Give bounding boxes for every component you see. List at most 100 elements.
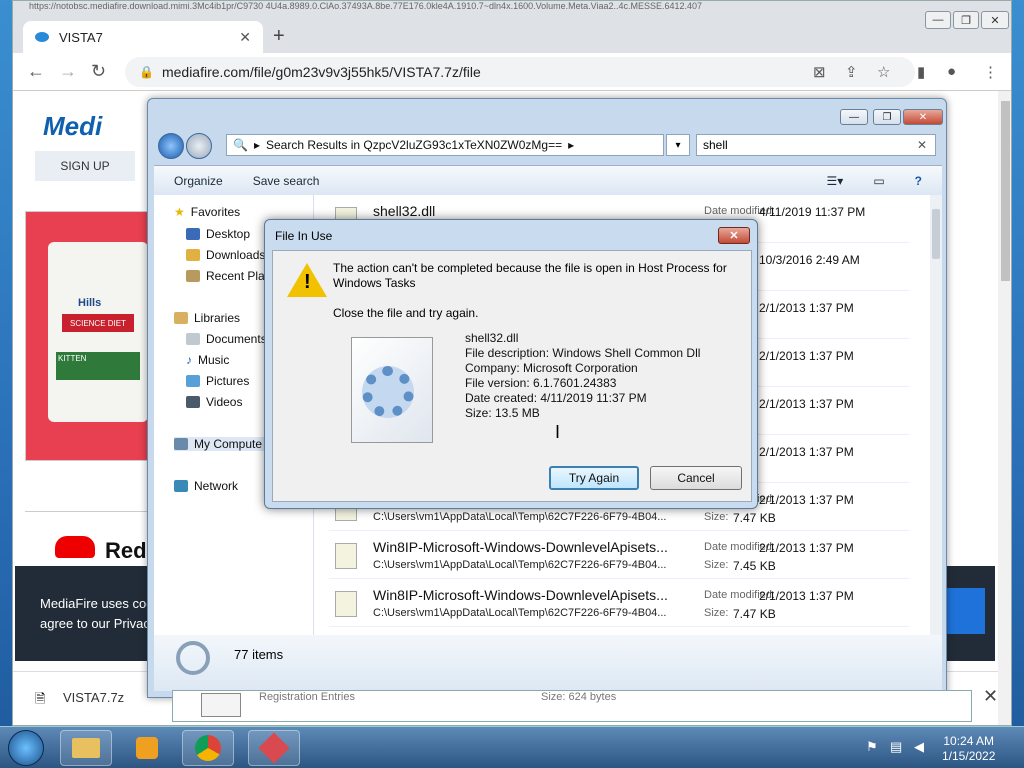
sign-up-button[interactable]: SIGN UP <box>35 151 135 181</box>
file-name: Win8IP-Microsoft-Windows-DownlevelApiset… <box>373 587 668 603</box>
back-button[interactable] <box>158 133 184 159</box>
start-button[interactable] <box>8 730 44 766</box>
taskbar-chrome-icon[interactable] <box>182 730 234 766</box>
file-list-scrollbar[interactable] <box>930 195 942 635</box>
tray-volume-icon[interactable]: ◀ <box>914 739 924 755</box>
nav-videos[interactable]: Videos <box>186 395 242 409</box>
videos-icon <box>186 396 200 408</box>
date-modified-value: 2/1/2013 1:37 PM <box>759 541 854 555</box>
new-tab-button[interactable]: + <box>273 25 285 48</box>
file-name: Win8IP-Microsoft-Windows-DownlevelApiset… <box>373 539 668 555</box>
downloads-icon <box>186 249 200 261</box>
size-label: Size: <box>704 607 729 619</box>
dll-file-icon <box>351 337 433 443</box>
bookmark-star-icon[interactable]: ☆ <box>877 63 890 81</box>
minimize-button[interactable]: — <box>925 11 951 29</box>
taskbar-explorer-icon[interactable] <box>60 730 112 766</box>
size-label: Size: <box>704 559 729 571</box>
dialog-instruction: Close the file and try again. <box>333 306 479 320</box>
ad-banner[interactable]: Hills SCIENCE DIET KITTEN <box>25 211 160 461</box>
nav-desktop[interactable]: Desktop <box>186 227 250 241</box>
file-name: shell32.dll <box>465 331 519 345</box>
download-file-icon: 🗎 <box>35 691 46 706</box>
clear-search-icon[interactable]: ✕ <box>917 138 935 152</box>
chevron-right-icon: ▸ <box>253 138 260 152</box>
cookie-accept-button[interactable] <box>945 588 985 634</box>
explorer-address-bar[interactable]: 🔍 ▸ Search Results in QzpcV2luZG93c1xTeX… <box>226 134 664 156</box>
red-hat-ad[interactable]: Red <box>25 511 160 571</box>
nav-documents[interactable]: Documents <box>186 332 267 346</box>
forward-arrow-icon[interactable]: → <box>59 61 77 82</box>
scrollbar-thumb[interactable] <box>1001 101 1010 281</box>
address-dropdown-icon[interactable]: ▾ <box>666 134 690 156</box>
file-list-item[interactable]: Win8IP-Microsoft-Windows-DownlevelApiset… <box>329 533 909 579</box>
network-icon <box>174 480 188 492</box>
background-url-strip: https://notobsc.mediafire.download.mimi.… <box>29 1 703 11</box>
command-bar: Organize Save search ☰▾ ▭ ? <box>154 165 942 195</box>
nav-downloads[interactable]: Downloads <box>186 248 265 262</box>
date-modified-value: 2/1/2013 1:37 PM <box>759 349 854 363</box>
share-icon[interactable]: ⇪ <box>845 63 858 81</box>
download-filename[interactable]: VISTA7.7z <box>63 690 124 705</box>
system-clock[interactable]: 10:24 AM 1/15/2022 <box>942 734 995 764</box>
view-options-icon[interactable]: ☰▾ <box>827 174 844 188</box>
maximize-button[interactable]: ❐ <box>953 11 979 29</box>
taskbar-media-player-icon[interactable] <box>121 730 173 766</box>
download-bar-close-icon[interactable]: ✕ <box>983 686 998 707</box>
forward-button[interactable] <box>186 133 212 159</box>
side-panel-icon[interactable]: ▮ <box>917 63 925 81</box>
date-modified-value: 4/11/2019 11:37 PM <box>759 205 866 219</box>
dll-file-icon <box>335 543 357 569</box>
tray-action-center-icon[interactable]: ⚑ <box>866 739 878 755</box>
mediafire-logo[interactable]: Medi <box>43 111 102 142</box>
address-bar[interactable]: 🔒 mediafire.com/file/g0m23v9v3j55hk5/VIS… <box>125 57 915 87</box>
browser-tab[interactable]: VISTA7 ✕ <box>23 21 263 53</box>
dialog-title: File In Use <box>275 229 333 243</box>
try-again-button[interactable]: Try Again <box>549 466 639 490</box>
explorer-minimize-button[interactable]: — <box>840 109 868 125</box>
save-search-button[interactable]: Save search <box>253 174 320 188</box>
file-name: shell32.dll <box>373 203 436 219</box>
preview-pane-icon[interactable]: ▭ <box>873 174 884 188</box>
organize-menu[interactable]: Organize <box>174 174 223 188</box>
nav-network[interactable]: Network <box>174 479 238 493</box>
nav-pictures[interactable]: Pictures <box>186 374 249 388</box>
nav-recent[interactable]: Recent Plac <box>186 269 271 283</box>
dialog-message: The action can't be completed because th… <box>333 261 727 290</box>
file-created: Date created: 4/11/2019 11:37 PM <box>465 391 647 405</box>
size-value: 7.47 KB <box>733 511 776 525</box>
menu-kebab-icon[interactable]: ⋮ <box>983 63 998 81</box>
search-input[interactable] <box>703 138 917 152</box>
nav-music[interactable]: ♪ Music <box>186 353 229 367</box>
popup-blocked-icon[interactable]: ⊠ <box>813 63 826 81</box>
size-value: 7.45 KB <box>733 559 776 573</box>
date-modified-value: 2/1/2013 1:37 PM <box>759 397 854 411</box>
scrollbar-thumb[interactable] <box>932 209 940 259</box>
close-window-button[interactable]: ✕ <box>981 11 1009 29</box>
ad-kitten: KITTEN <box>56 352 140 380</box>
help-icon[interactable]: ? <box>915 174 922 188</box>
dialog-close-button[interactable]: ✕ <box>718 227 750 244</box>
explorer-maximize-button[interactable]: ❐ <box>873 109 901 125</box>
file-list-item[interactable]: Win8IP-Microsoft-Windows-DownlevelApiset… <box>329 581 909 627</box>
date-modified-value: 10/3/2016 2:49 AM <box>759 253 860 267</box>
tab-close-icon[interactable]: ✕ <box>239 29 251 46</box>
nav-favorites[interactable]: ★ Favorites <box>174 205 240 219</box>
tray-network-icon[interactable]: ▤ <box>890 739 902 755</box>
details-pane: 77 items <box>154 635 942 691</box>
back-arrow-icon[interactable]: ← <box>27 61 45 82</box>
explorer-close-button[interactable]: ✕ <box>903 109 943 125</box>
date-modified-value: 2/1/2013 1:37 PM <box>759 445 854 459</box>
clock-time: 10:24 AM <box>943 734 995 748</box>
explorer-search-box[interactable]: ✕ <box>696 134 936 156</box>
profile-avatar-icon[interactable]: ● <box>947 63 956 80</box>
taskbar-app-icon[interactable] <box>248 730 300 766</box>
reload-icon[interactable]: ↻ <box>91 61 106 82</box>
date-modified-value: 2/1/2013 1:37 PM <box>759 493 854 507</box>
cancel-button[interactable]: Cancel <box>650 466 742 490</box>
page-scrollbar[interactable] <box>998 91 1011 725</box>
computer-icon <box>174 438 188 450</box>
nav-libraries[interactable]: Libraries <box>174 311 240 325</box>
browser-toolbar: ← → ↻ 🔒 mediafire.com/file/g0m23v9v3j55h… <box>13 53 1011 91</box>
registry-file-icon <box>201 693 241 717</box>
